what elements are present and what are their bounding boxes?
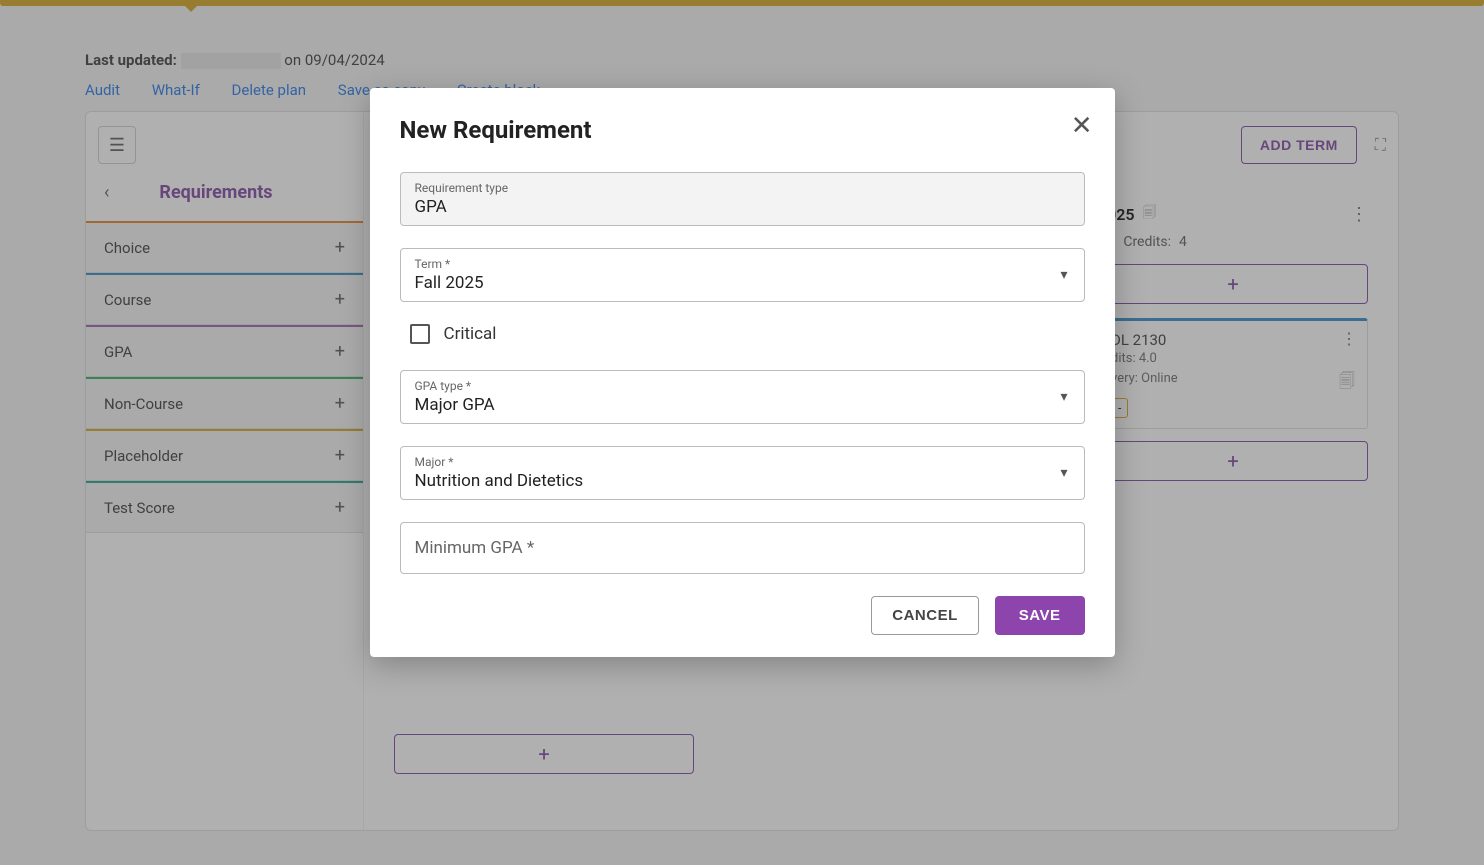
gpa-type-label: GPA type * xyxy=(415,379,1070,393)
requirement-type-label: Requirement type xyxy=(415,181,1070,195)
term-value: Fall 2025 xyxy=(415,273,1070,293)
new-requirement-dialog: New Requirement ✕ Requirement type GPA T… xyxy=(370,88,1115,657)
dialog-title: New Requirement xyxy=(400,116,1085,144)
modal-overlay[interactable]: New Requirement ✕ Requirement type GPA T… xyxy=(0,0,1484,865)
critical-checkbox[interactable] xyxy=(410,324,430,344)
minimum-gpa-placeholder: Minimum GPA * xyxy=(415,538,1070,558)
major-select[interactable]: Major * Nutrition and Dietetics ▾ xyxy=(400,446,1085,500)
major-value: Nutrition and Dietetics xyxy=(415,471,1070,491)
gpa-type-value: Major GPA xyxy=(415,395,1070,415)
close-icon: ✕ xyxy=(1071,110,1093,140)
chevron-down-icon: ▾ xyxy=(1060,267,1067,283)
requirement-type-value: GPA xyxy=(415,197,1070,217)
term-select[interactable]: Term * Fall 2025 ▾ xyxy=(400,248,1085,302)
chevron-down-icon: ▾ xyxy=(1060,465,1067,481)
save-button[interactable]: SAVE xyxy=(995,596,1085,635)
critical-label: Critical xyxy=(444,324,497,344)
cancel-button[interactable]: CANCEL xyxy=(871,596,979,635)
chevron-down-icon: ▾ xyxy=(1060,389,1067,405)
term-label: Term * xyxy=(415,257,1070,271)
close-button[interactable]: ✕ xyxy=(1071,110,1093,141)
minimum-gpa-input[interactable]: Minimum GPA * xyxy=(400,522,1085,574)
requirement-type-field: Requirement type GPA xyxy=(400,172,1085,226)
major-label: Major * xyxy=(415,455,1070,469)
gpa-type-select[interactable]: GPA type * Major GPA ▾ xyxy=(400,370,1085,424)
